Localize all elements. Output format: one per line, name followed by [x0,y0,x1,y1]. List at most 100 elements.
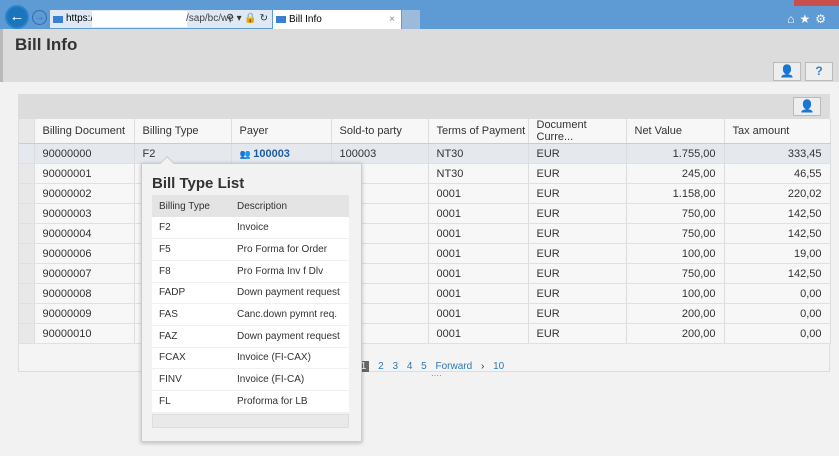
bill-type-row[interactable]: FCAX Invoice (FI-CAX) [152,347,349,370]
table-cell: 0001 [428,303,529,324]
column-header[interactable]: Payer [231,119,332,144]
table-cell: 0001 [428,283,529,304]
page-last[interactable]: 10 [493,361,504,372]
user-settings-icon: 👤 [799,99,815,113]
col-billing-type: Billing Type [152,195,230,217]
address-bar[interactable]: https:// /sap/bc/we ⚲ ▾ 🔒 ↻ [50,10,272,28]
column-header[interactable]: Billing Type [134,119,232,144]
table-cell: 90000010 [34,323,135,344]
bill-type-row[interactable]: FADP Down payment request [152,282,349,305]
table-cell: 750,00 [626,263,725,284]
column-header[interactable]: Billing Document [34,119,135,144]
billing-type-cell: FL [152,390,230,413]
table-cell: 0,00 [724,283,831,304]
column-header[interactable]: Sold-to party [331,119,429,144]
address-bar-icons[interactable]: ⚲ ▾ 🔒 ↻ [226,10,268,28]
row-selector[interactable] [19,283,35,304]
help-button[interactable]: ? [805,62,833,81]
table-settings-button[interactable]: 👤 [793,97,821,116]
table-row[interactable]: 90000000 F2 👥 100003 100003 NT30 EUR 1.755,00 3… [19,143,831,164]
new-tab-button[interactable] [402,10,420,29]
column-header[interactable]: Terms of Payment [428,119,529,144]
bill-type-row[interactable]: F2 Invoice [152,217,349,240]
table-cell: NT30 [428,163,529,184]
table-cell: 90000009 [34,303,135,324]
page-5[interactable]: 5 [421,361,427,372]
row-selector[interactable] [19,183,35,204]
row-selector[interactable] [19,223,35,244]
column-header[interactable]: Tax amount [724,119,831,144]
bill-type-row[interactable]: F8 Pro Forma Inv f Dlv [152,260,349,283]
bill-type-row[interactable]: F5 Pro Forma for Order [152,238,349,261]
row-selector[interactable] [19,303,35,324]
description-cell: Invoice (FI-CA) [230,368,349,391]
table-cell: 200,00 [626,323,725,344]
table-cell: 19,00 [724,243,831,264]
billing-type-cell: FADP [152,282,230,305]
row-selector[interactable] [19,163,35,184]
page-4[interactable]: 4 [407,361,413,372]
window-close-button[interactable] [794,0,839,6]
row-selector-header[interactable] [19,119,35,144]
popover-title: Bill Type List [152,175,245,192]
column-header[interactable]: Document Curre... [528,119,627,144]
table-cell: 90000004 [34,223,135,244]
resize-handle[interactable]: ···· [431,371,442,380]
description-cell: Invoice (FI-CAX) [230,347,349,370]
close-tab-icon[interactable]: × [389,10,395,29]
table-cell: 90000002 [34,183,135,204]
table-cell: 142,50 [724,223,831,244]
sap-favicon-icon [53,16,63,23]
row-selector[interactable] [19,203,35,224]
row-selector[interactable] [19,323,35,344]
table-cell: EUR [528,183,627,204]
tab-title: Bill Info [289,14,322,25]
personalize-button[interactable]: 👤 [773,62,801,81]
business-partner-icon: 👥 [239,148,254,159]
sap-favicon-icon [276,16,286,23]
chevron-right-icon: › [480,361,485,372]
table-cell: 0001 [428,203,529,224]
table-cell: EUR [528,303,627,324]
bill-type-row[interactable]: FAS Canc.down pymnt req. [152,303,349,326]
back-button[interactable]: ← [5,5,29,29]
table-cell: 0,00 [724,323,831,344]
browser-chrome: ← → https:// /sap/bc/we ⚲ ▾ 🔒 ↻ Bill Inf… [0,0,839,29]
table-cell: 1.755,00 [626,143,725,164]
description-cell: Invoice [230,217,349,240]
table-cell: 90000003 [34,203,135,224]
table-cell[interactable]: 👥 100003 [231,143,332,164]
page-2[interactable]: 2 [378,361,384,372]
forward-button[interactable]: → [32,10,47,25]
table-cell: 90000000 [34,143,135,164]
url-redacted [92,11,187,27]
page-3[interactable]: 3 [392,361,398,372]
billing-type-cell: F2 [152,217,230,240]
column-header[interactable]: Net Value [626,119,725,144]
page-header: Bill Info 👤 ? [0,29,839,82]
table-cell: EUR [528,143,627,164]
table-cell: NT30 [428,143,529,164]
payer-link[interactable]: 100003 [253,148,290,160]
bill-type-table: Billing Type Description F2 Invoice F5 Pro F… [152,195,349,413]
table-cell: 1.158,00 [626,183,725,204]
help-icon: ? [815,64,823,78]
table-cell: 750,00 [626,203,725,224]
table-cell: 90000008 [34,283,135,304]
bill-type-row[interactable]: FAZ Down payment request [152,325,349,348]
col-description: Description [230,195,349,217]
billing-type-cell: FAS [152,303,230,326]
table-cell: 142,50 [724,203,831,224]
row-selector[interactable] [19,143,35,164]
table-cell: 100003 [331,143,429,164]
row-selector[interactable] [19,263,35,284]
table-cell: 750,00 [626,223,725,244]
bill-type-row[interactable]: FL Proforma for LB [152,390,349,413]
description-cell: Pro Forma for Order [230,238,349,261]
tab-bill-info[interactable]: Bill Info × [273,10,401,29]
row-selector[interactable] [19,243,35,264]
bill-type-row[interactable]: FINV Invoice (FI-CA) [152,368,349,391]
table-cell: 0,00 [724,303,831,324]
table-cell: 0001 [428,243,529,264]
home-favorites-settings-icons[interactable]: ⌂★⚙ [787,12,831,26]
